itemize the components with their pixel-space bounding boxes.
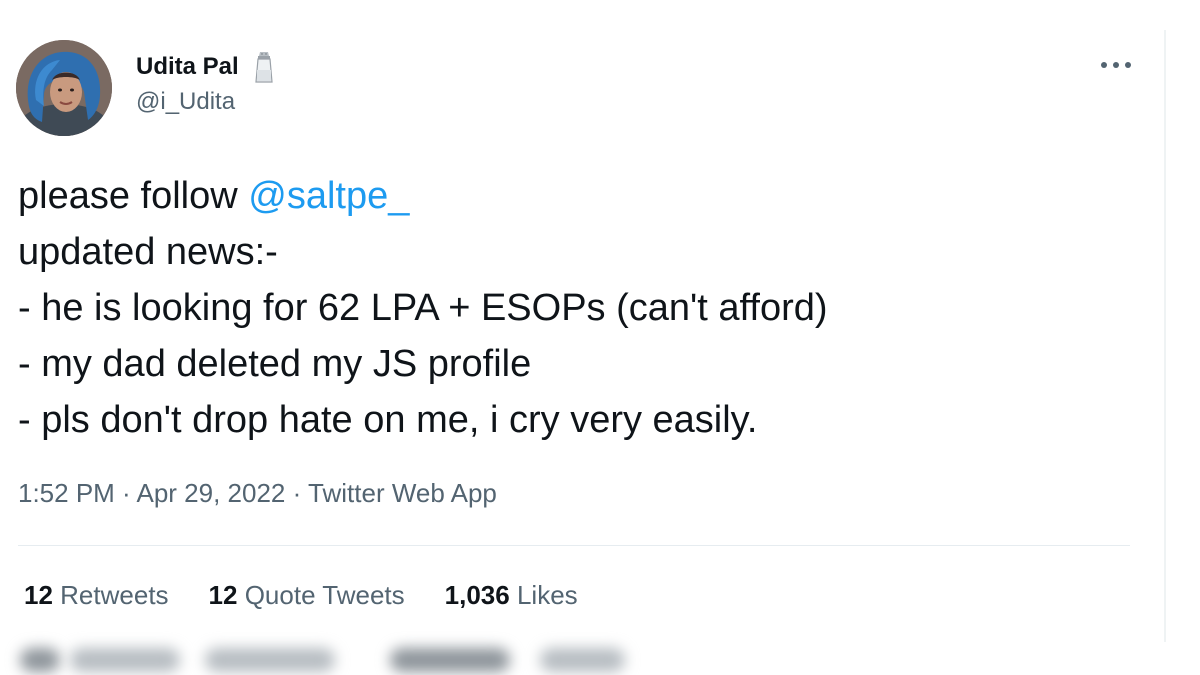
tweet-source[interactable]: Twitter Web App <box>308 478 497 508</box>
blurred-action-label <box>70 648 180 672</box>
author-handle[interactable]: @i_Udita <box>136 88 275 116</box>
meta-separator-1: · <box>114 478 137 508</box>
tweet-line-5: - pls don't drop hate on me, i cry very … <box>18 399 758 441</box>
tweet-line-3: - he is looking for 62 LPA + ESOPs (can'… <box>18 287 828 329</box>
tweet-line-2: updated news:- <box>18 231 278 273</box>
retweets-stat[interactable]: 12 Retweets <box>24 580 169 611</box>
tweet-line-1-prefix: please follow <box>18 175 249 217</box>
blurred-action-icon <box>390 648 510 672</box>
retweets-label: Retweets <box>60 580 169 610</box>
author-name-row: Udita Pal <box>136 50 275 84</box>
mention-link[interactable]: @saltpe_ <box>248 175 409 217</box>
card-border <box>1164 30 1166 642</box>
author-display-name[interactable]: Udita Pal <box>136 53 239 81</box>
tweet-date[interactable]: Apr 29, 2022 <box>137 478 286 508</box>
avatar-image <box>16 40 112 136</box>
avatar[interactable] <box>16 40 112 136</box>
meta-separator-2: · <box>285 478 309 508</box>
likes-label: Likes <box>516 580 578 610</box>
tweet-text: please follow @saltpe_ updated news:- - … <box>18 168 1138 448</box>
likes-count: 1,036 <box>444 580 510 610</box>
tweet-meta: 1:52 PM · Apr 29, 2022 · Twitter Web App <box>18 478 497 509</box>
blurred-action-icon <box>20 648 60 672</box>
blurred-action-bar <box>0 640 1200 675</box>
quote-tweets-label: Quote Tweets <box>244 580 405 610</box>
more-options-icon <box>1101 62 1131 68</box>
likes-stat[interactable]: 1,036 Likes <box>445 580 578 611</box>
more-options-button[interactable] <box>1096 50 1136 80</box>
tweet-line-4: - my dad deleted my JS profile <box>18 343 532 385</box>
blurred-action-label <box>540 648 625 672</box>
divider <box>18 545 1130 546</box>
tweet-time[interactable]: 1:52 PM <box>18 478 115 508</box>
retweets-count: 12 <box>24 580 53 610</box>
quote-tweets-stat[interactable]: 12 Quote Tweets <box>209 580 405 611</box>
quote-tweets-count: 12 <box>208 580 238 610</box>
salt-shaker-icon <box>253 50 275 84</box>
blurred-action-label <box>205 648 335 672</box>
tweet-stats: 12 Retweets 12 Quote Tweets 1,036 Likes <box>24 580 618 611</box>
tweet-card: Udita Pal @i_Udita please follow @saltpe… <box>0 0 1200 675</box>
tweet-author: Udita Pal @i_Udita <box>136 50 275 116</box>
tweet-line-1: please follow @saltpe_ <box>18 168 1138 224</box>
